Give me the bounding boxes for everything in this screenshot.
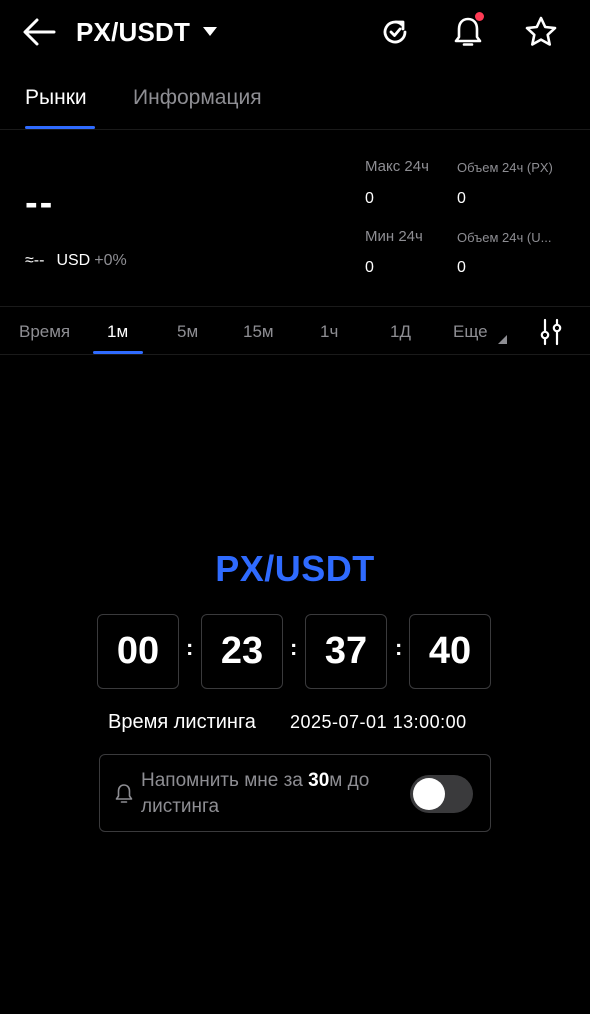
price-fiat-row: ≈-- USD +0% — [25, 252, 127, 270]
more-caret-icon — [498, 335, 507, 344]
chevron-down-icon[interactable] — [203, 27, 217, 36]
divider — [0, 306, 590, 307]
listing-pair-title: PX/USDT — [215, 548, 375, 589]
volume-quote-label: Объем 24ч (U... — [457, 230, 552, 245]
countdown-separator: : — [290, 635, 298, 660]
interval-15m[interactable]: 15м — [243, 322, 274, 342]
tab-info[interactable]: Информация — [133, 86, 262, 110]
listing-reminder: Напомнить мне за 30м до листинга — [99, 754, 491, 832]
arrow-left-icon — [23, 18, 56, 46]
countdown-days: 00 — [97, 614, 179, 689]
countdown-separator: : — [395, 635, 403, 660]
countdown-hours: 23 — [201, 614, 283, 689]
volume-quote-value: 0 — [457, 259, 466, 276]
interval-1d[interactable]: 1Д — [390, 322, 411, 342]
notifications-button[interactable] — [451, 12, 485, 50]
interval-5m[interactable]: 5м — [177, 322, 198, 342]
reminder-toggle[interactable] — [410, 775, 473, 813]
star-icon — [525, 16, 557, 46]
reminder-text: Напомнить мне за 30м до листинга — [141, 768, 391, 820]
last-price: -- — [25, 182, 55, 224]
chart-settings-button[interactable] — [537, 318, 565, 346]
divider — [0, 354, 590, 355]
interval-1m[interactable]: 1м — [107, 322, 128, 342]
main-tabs: Рынки Информация — [0, 84, 590, 130]
listing-time-value: 2025-07-01 13:00:00 — [290, 712, 467, 732]
tab-markets[interactable]: Рынки — [25, 86, 87, 110]
reminder-minutes: 30 — [308, 770, 330, 791]
volume-base-value: 0 — [457, 190, 466, 207]
volume-base-label: Объем 24ч (PX) — [457, 160, 553, 175]
interval-more[interactable]: Еще — [453, 322, 488, 342]
favorite-button[interactable] — [524, 14, 558, 50]
countdown-separator: : — [186, 635, 194, 660]
interval-time[interactable]: Время — [19, 322, 70, 342]
refresh-button[interactable] — [378, 14, 412, 50]
refresh-icon — [383, 20, 407, 44]
low-24h-value: 0 — [365, 259, 374, 276]
notification-dot — [475, 12, 484, 21]
interval-1h[interactable]: 1ч — [320, 322, 338, 342]
high-24h-label: Макс 24ч — [365, 158, 429, 175]
high-24h-value: 0 — [365, 190, 374, 207]
countdown-seconds: 40 — [409, 614, 491, 689]
fiat-price: ≈-- — [25, 252, 45, 269]
bell-icon — [115, 784, 133, 803]
back-button[interactable] — [22, 14, 58, 50]
price-change: +0% — [94, 252, 127, 269]
tab-active-indicator — [25, 126, 95, 129]
screen: PX/USDT Рынки Информация -- ≈-- USD +0% … — [0, 0, 590, 1014]
reminder-text-before: Напомнить мне за — [141, 770, 309, 791]
header: PX/USDT — [0, 0, 590, 66]
pair-title[interactable]: PX/USDT — [76, 17, 190, 48]
toggle-knob — [413, 778, 445, 810]
fiat-currency: USD — [56, 252, 91, 269]
countdown-minutes: 37 — [305, 614, 387, 689]
sliders-icon — [540, 318, 562, 346]
low-24h-label: Мин 24ч — [365, 228, 423, 245]
listing-time-label: Время листинга — [108, 711, 256, 733]
interval-bar: Время 1м 5м 15м 1ч 1Д Еще — [0, 308, 590, 356]
